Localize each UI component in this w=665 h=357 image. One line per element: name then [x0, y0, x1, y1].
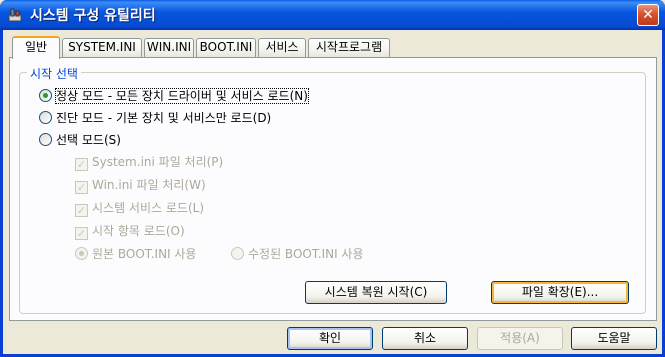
ok-button[interactable]: 확인 — [287, 327, 373, 350]
tab-boot-ini[interactable]: BOOT.INI — [196, 38, 256, 57]
expand-file-button[interactable]: 파일 확장(E)... — [491, 281, 629, 304]
cancel-button[interactable]: 취소 — [382, 327, 468, 350]
general-tab-panel: 시작 선택 정상 모드 - 모든 장치 드라이버 및 서비스 로드(N) 진단 … — [9, 57, 657, 321]
process-win-ini-checkbox: ✓ Win.ini 파일 처리(W) — [75, 176, 206, 194]
diagnostic-startup-radio[interactable]: 진단 모드 - 기본 장치 및 서비스만 로드(D) — [39, 109, 271, 126]
use-original-boot-radio: 원본 BOOT.INI 사용 — [75, 245, 196, 262]
close-icon: ✕ — [642, 7, 654, 23]
radio-icon — [231, 247, 244, 260]
load-startup-items-label: 시작 항목 로드(O) — [92, 224, 185, 238]
radio-icon — [39, 133, 52, 146]
msconfig-window: 시스템 구성 유틸리티 ✕ 일반 SYSTEM.INI WIN.INI BOOT… — [0, 0, 665, 357]
apply-button: 적용(A) — [477, 327, 563, 350]
diagnostic-startup-label: 진단 모드 - 기본 장치 및 서비스만 로드(D) — [56, 111, 272, 125]
close-button[interactable]: ✕ — [637, 4, 659, 26]
load-system-services-label: 시스템 서비스 로드(L) — [92, 201, 204, 215]
tab-services[interactable]: 서비스 — [258, 38, 306, 57]
radio-icon — [39, 111, 52, 124]
use-modified-boot-label: 수정된 BOOT.INI 사용 — [248, 247, 364, 261]
help-button[interactable]: 도움말 — [571, 327, 657, 350]
process-win-ini-label: Win.ini 파일 처리(W) — [92, 178, 206, 192]
radio-selected-icon — [39, 89, 52, 102]
normal-startup-label: 정상 모드 - 모든 장치 드라이버 및 서비스 로드(N) — [55, 88, 309, 104]
selective-startup-label: 선택 모드(S) — [56, 133, 121, 147]
dialog-client-area: 일반 SYSTEM.INI WIN.INI BOOT.INI 서비스 시작프로그… — [3, 30, 662, 354]
system-config-icon — [8, 8, 22, 22]
checkmark-icon: ✓ — [75, 158, 88, 171]
use-original-boot-label: 원본 BOOT.INI 사용 — [92, 247, 197, 261]
process-system-ini-checkbox: ✓ System.ini 파일 처리(P) — [75, 153, 223, 171]
checkmark-icon: ✓ — [75, 227, 88, 240]
load-system-services-checkbox: ✓ 시스템 서비스 로드(L) — [75, 199, 204, 217]
radio-selected-icon — [75, 247, 88, 260]
selective-startup-radio[interactable]: 선택 모드(S) — [39, 131, 121, 148]
startup-selection-title: 시작 선택 — [27, 65, 81, 82]
tab-win-ini[interactable]: WIN.INI — [144, 38, 194, 57]
startup-selection-group: 시작 선택 정상 모드 - 모든 장치 드라이버 및 서비스 로드(N) 진단 … — [19, 65, 646, 314]
normal-startup-radio[interactable]: 정상 모드 - 모든 장치 드라이버 및 서비스 로드(N) — [39, 87, 309, 104]
tab-system-ini[interactable]: SYSTEM.INI — [62, 38, 142, 57]
checkmark-icon: ✓ — [75, 204, 88, 217]
window-title: 시스템 구성 유틸리티 — [30, 8, 156, 24]
process-system-ini-label: System.ini 파일 처리(P) — [92, 155, 224, 169]
checkmark-icon: ✓ — [75, 181, 88, 194]
load-startup-items-checkbox: ✓ 시작 항목 로드(O) — [75, 222, 185, 240]
use-modified-boot-radio: 수정된 BOOT.INI 사용 — [231, 245, 364, 262]
tab-startup[interactable]: 시작프로그램 — [308, 38, 390, 57]
system-restore-button[interactable]: 시스템 복원 시작(C) — [305, 281, 447, 304]
tab-general[interactable]: 일반 — [12, 36, 60, 59]
title-bar[interactable]: 시스템 구성 유틸리티 ✕ — [0, 0, 665, 30]
